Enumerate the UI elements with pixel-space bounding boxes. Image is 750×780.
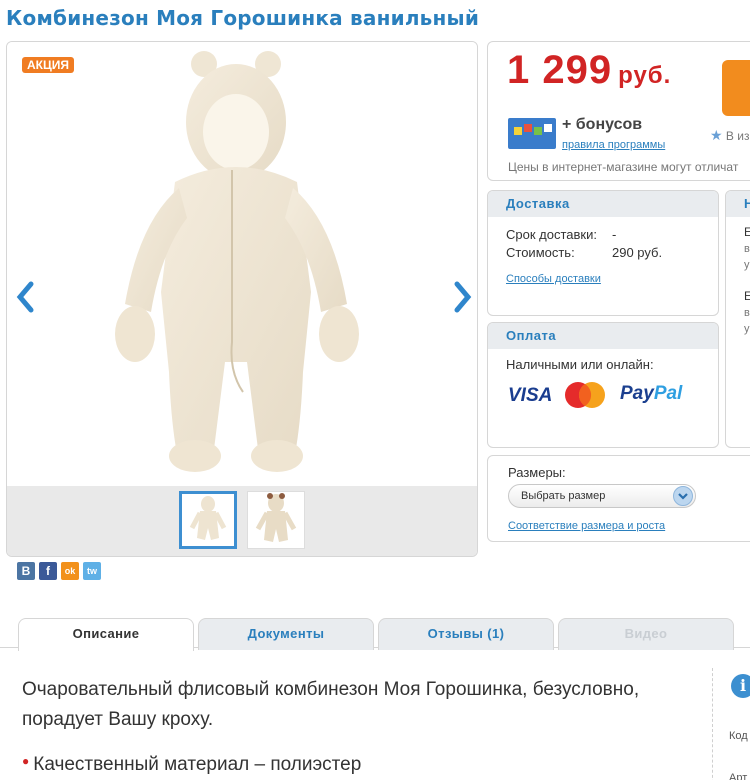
chevron-right-icon: [454, 281, 472, 313]
price: 1 299 руб.: [507, 48, 671, 93]
price-amount: 1 299: [507, 48, 613, 92]
size-select[interactable]: Выбрать размер: [508, 484, 696, 508]
size-select-value: Выбрать размер: [521, 490, 606, 502]
side-panel-line: Е: [744, 225, 750, 239]
payment-heading: Оплата: [488, 323, 718, 349]
facebook-icon[interactable]: f: [39, 562, 57, 580]
wishlist-label: В из: [725, 129, 750, 143]
delivery-cost-label: Стоимость:: [506, 245, 575, 260]
odnoklassniki-icon[interactable]: ok: [61, 562, 79, 580]
description-text: Очаровательный флисовый комбинезон Моя Г…: [22, 679, 640, 730]
paypal-logo-pal: Pal: [653, 383, 683, 404]
thumbnail-image: [255, 493, 297, 542]
main-image[interactable]: АКЦИЯ: [7, 42, 477, 486]
visa-logo: VISA: [508, 385, 553, 406]
product-tabs: Описание Документы Отзывы (1) Видео: [18, 618, 750, 651]
delivery-heading: Доставка: [488, 191, 718, 217]
product-meta: i Код Арт: [712, 668, 750, 780]
delivery-methods-link[interactable]: Способы доставки: [506, 273, 601, 285]
article-label: Арт: [729, 772, 748, 780]
size-box: Размеры: Выбрать размер Соответствие раз…: [487, 455, 750, 542]
mastercard-icon: [565, 382, 605, 408]
twitter-icon[interactable]: tw: [83, 562, 101, 580]
paypal-logo: PayPal: [620, 383, 682, 405]
side-panel-line: в: [744, 243, 750, 255]
info-icon: i: [731, 674, 750, 698]
wishlist-link[interactable]: ★ В из: [710, 127, 749, 144]
bonus-rules-link[interactable]: правила программы: [562, 139, 665, 151]
description-bullet: ● Качественный материал – полиэстер: [22, 754, 361, 776]
vk-icon[interactable]: В: [17, 562, 35, 580]
bullet-icon: ●: [22, 754, 30, 768]
payment-methods-label: Наличными или онлайн:: [506, 357, 654, 372]
side-panel-line: в: [744, 307, 750, 319]
mastercard-logo: [562, 381, 608, 409]
delivery-term-value: -: [612, 227, 617, 242]
code-label: Код: [729, 730, 748, 742]
paypal-logo-pay: Pay: [620, 383, 654, 404]
side-info-panel: Н Е в у Е в у: [725, 190, 750, 448]
delivery-term-label: Срок доставки:: [506, 227, 597, 242]
side-panel-line: у: [744, 259, 750, 271]
thumbnail-image: [189, 496, 227, 540]
sale-badge: АКЦИЯ: [22, 57, 75, 73]
side-panel-line: Е: [744, 289, 750, 303]
jumpsuit-image: [115, 51, 359, 472]
thumbnail-front[interactable]: [179, 491, 237, 549]
price-note: Цены в интернет-магазине могут отличат: [508, 160, 739, 174]
price-currency: руб.: [618, 62, 672, 89]
tab-description[interactable]: Описание: [18, 618, 194, 651]
star-icon: ★: [710, 127, 723, 143]
product-gallery: АКЦИЯ: [6, 41, 478, 557]
side-panel-line: у: [744, 323, 750, 335]
bonus-label: + бонусов: [562, 116, 643, 133]
sizes-label: Размеры:: [508, 465, 566, 480]
buy-button[interactable]: [722, 60, 750, 116]
payment-panel: Оплата Наличными или онлайн: VISA PayPal: [487, 322, 719, 448]
prev-image-arrow[interactable]: [15, 280, 37, 314]
tab-documents[interactable]: Документы: [198, 618, 374, 650]
thumbnail-back[interactable]: [247, 491, 305, 549]
chevron-down-icon: [673, 486, 693, 506]
bonus-program-logo: [508, 118, 556, 149]
thumbnail-strip: [7, 486, 477, 556]
bonus-logo-icon: [514, 124, 552, 135]
size-chart-link[interactable]: Соответствие размера и роста: [508, 520, 665, 532]
tab-video: Видео: [558, 618, 734, 650]
delivery-panel: Доставка Срок доставки: - Стоимость: 290…: [487, 190, 719, 316]
bullet-text: Качественный материал – полиэстер: [33, 754, 362, 775]
product-title: Комбинезон Моя Горошинка ванильный: [6, 6, 480, 30]
social-share: В f ok tw: [17, 562, 101, 580]
chevron-left-icon: [16, 281, 34, 313]
delivery-cost-value: 290 руб.: [612, 245, 663, 260]
side-panel-heading: Н: [726, 191, 750, 217]
price-box: 1 299 руб. + бонусов правила программы ★ …: [487, 41, 750, 181]
tab-reviews[interactable]: Отзывы (1): [378, 618, 554, 650]
next-image-arrow[interactable]: [451, 280, 473, 314]
